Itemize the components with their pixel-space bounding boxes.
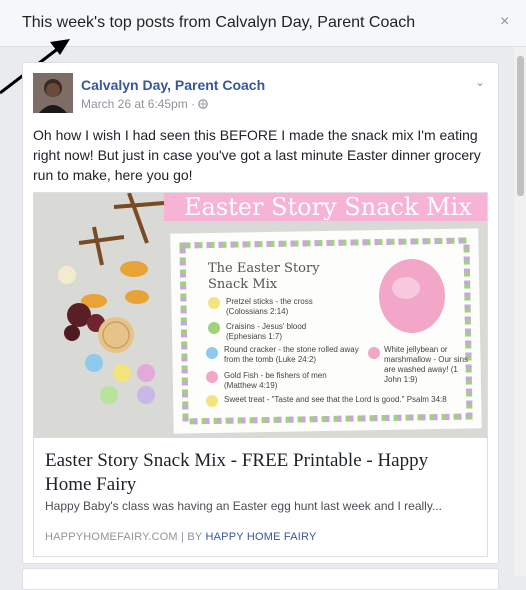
dialog-title: This week's top posts from Calvalyn Day,… xyxy=(22,14,416,31)
link-title[interactable]: Easter Story Snack Mix - FREE Printable … xyxy=(45,449,475,497)
image-item-5: Sweet treat - "Taste and see that the Lo… xyxy=(224,395,447,404)
link-description: Happy Baby's class was having an Easter … xyxy=(45,499,442,513)
image-banner-text: Easter Story Snack Mix xyxy=(184,193,472,221)
image-item-3: Round cracker - the stone rolled away fr… xyxy=(224,345,359,364)
close-button[interactable]: × xyxy=(500,12,509,32)
author-name-link[interactable]: Calvalyn Day, Parent Coach xyxy=(81,77,265,93)
link-author[interactable]: HAPPY HOME FAIRY xyxy=(206,531,317,543)
link-domain: HAPPYHOMEFAIRY.COM xyxy=(45,531,178,543)
meta-separator: · xyxy=(187,97,199,111)
link-by-prefix: BY xyxy=(187,531,206,543)
post-timestamp[interactable]: March 26 at 6:45pm xyxy=(81,97,188,111)
post-card: Calvalyn Day, Parent Coach March 26 at 6… xyxy=(22,62,499,564)
image-side-note: White jellybean or marshmallow - Our sin… xyxy=(384,345,469,384)
image-item-4: Gold Fish - be fishers of men (Matthew 4:… xyxy=(224,371,327,390)
image-card-title: The Easter Story Snack Mix xyxy=(208,261,320,292)
post-meta: March 26 at 6:45pm · xyxy=(81,97,209,111)
link-source: HAPPYHOMEFAIRY.COM | BY HAPPY HOME FAIRY xyxy=(45,531,317,543)
scrollbar-thumb[interactable] xyxy=(517,56,524,196)
link-preview-image[interactable]: Easter Story Snack Mix The Easter Story … xyxy=(34,193,487,438)
post-text: Oh how I wish I had seen this BEFORE I m… xyxy=(33,127,481,183)
globe-icon xyxy=(198,97,209,111)
post-menu-chevron-icon[interactable]: ⌄ xyxy=(475,75,485,89)
image-item-1: Pretzel sticks - the cross (Colossians 2:… xyxy=(226,297,313,316)
link-source-separator: | xyxy=(177,531,188,543)
link-preview[interactable]: Easter Story Snack Mix The Easter Story … xyxy=(33,192,488,557)
image-item-2: Craisins - Jesus' blood (Ephesians 1:7) xyxy=(226,322,307,341)
author-avatar[interactable] xyxy=(33,73,73,113)
next-post-card xyxy=(22,568,499,590)
